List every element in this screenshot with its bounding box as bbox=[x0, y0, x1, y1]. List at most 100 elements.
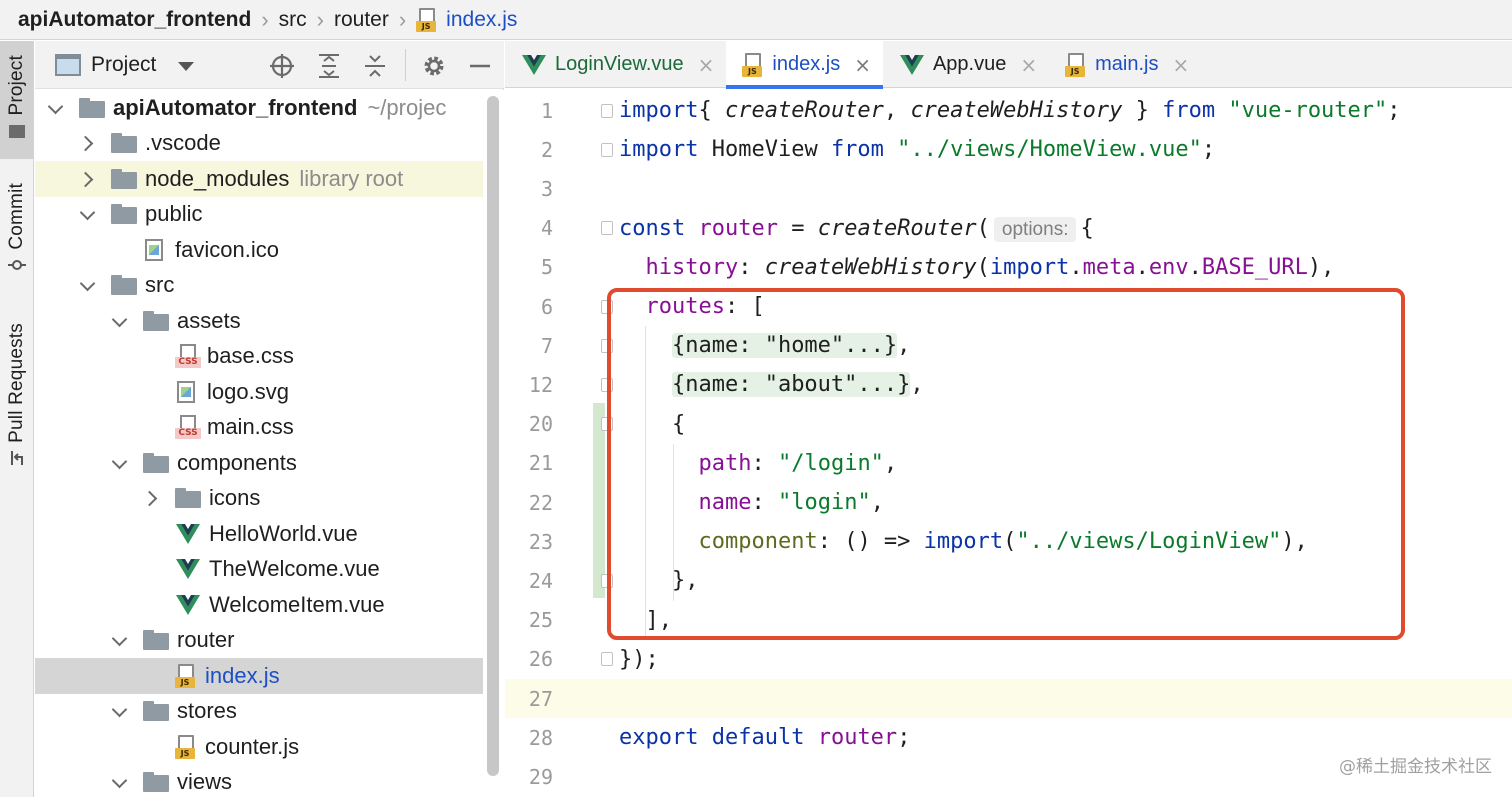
code-text: }); bbox=[619, 647, 659, 672]
tree-item-apiautomator-frontend[interactable]: apiAutomator_frontend ~/projec bbox=[35, 90, 483, 126]
project-tool-tab[interactable]: Project bbox=[0, 41, 33, 159]
breadcrumb-separator-icon: › bbox=[261, 6, 269, 32]
chevron-down-icon[interactable] bbox=[178, 61, 195, 71]
tree-item-index-js[interactable]: JS index.js bbox=[35, 658, 483, 694]
tree-item-main-css[interactable]: CSS main.css bbox=[35, 410, 483, 446]
expand-all-button[interactable] bbox=[315, 52, 343, 80]
breadcrumb-src[interactable]: src bbox=[279, 8, 307, 32]
tab-loginview-vue[interactable]: LoginView.vue × bbox=[505, 41, 726, 88]
tree-item-label: HelloWorld.vue bbox=[209, 520, 358, 546]
line-number: 27 bbox=[528, 686, 553, 711]
tree-item-label: views bbox=[177, 769, 233, 795]
locate-file-button[interactable] bbox=[268, 52, 296, 80]
tree-item-label: apiAutomator_frontend bbox=[113, 94, 358, 120]
tree-item-counter-js[interactable]: JS counter.js bbox=[35, 729, 483, 765]
tree-item-public[interactable]: public bbox=[35, 197, 483, 233]
tree-item-node-modules[interactable]: node_modules library root bbox=[35, 161, 483, 197]
chevron-down-icon[interactable] bbox=[113, 633, 127, 647]
tab-app-vue[interactable]: App.vue × bbox=[883, 41, 1049, 88]
tab-main-js[interactable]: JS main.js × bbox=[1049, 41, 1201, 88]
line-number: 5 bbox=[540, 255, 553, 280]
fold-toggle-icon[interactable] bbox=[601, 221, 613, 236]
hide-panel-button[interactable] bbox=[466, 52, 494, 80]
js-file-icon: JS bbox=[742, 52, 764, 77]
chevron-down-icon[interactable] bbox=[81, 278, 95, 292]
close-icon[interactable]: × bbox=[854, 53, 871, 77]
code-token: = bbox=[777, 215, 818, 241]
chevron-down-icon[interactable] bbox=[81, 207, 95, 221]
header-divider bbox=[405, 49, 406, 81]
scrollbar-thumb[interactable] bbox=[487, 96, 499, 776]
function-token: createWebHistory bbox=[910, 98, 1123, 124]
editor-tab-bar: LoginView.vue × JS index.js × App.vue × JS main.… bbox=[505, 41, 1512, 89]
property-token: history bbox=[645, 254, 739, 280]
breadcrumb-separator-icon: › bbox=[398, 6, 407, 32]
property-token: env bbox=[1148, 254, 1189, 280]
tree-item-views[interactable]: views bbox=[35, 765, 483, 797]
collapse-all-button[interactable] bbox=[361, 52, 389, 80]
breadcrumb-router[interactable]: router bbox=[334, 8, 389, 32]
tab-index-js[interactable]: JS index.js × bbox=[726, 41, 883, 89]
tree-item-hint: library root bbox=[299, 165, 404, 191]
tree-item--vscode[interactable]: .vscode bbox=[35, 126, 483, 162]
breadcrumb-file[interactable]: JS index.js bbox=[416, 7, 517, 32]
tree-item-favicon-ico[interactable]: favicon.ico bbox=[35, 232, 483, 268]
tree-item-welcomeitem-vue[interactable]: WelcomeItem.vue bbox=[35, 587, 483, 623]
vue-file-icon bbox=[175, 558, 201, 580]
css-file-icon: CSS bbox=[175, 344, 201, 369]
chevron-down-icon[interactable] bbox=[49, 101, 63, 115]
vue-file-icon bbox=[175, 523, 201, 545]
chevron-down-icon[interactable] bbox=[113, 314, 127, 328]
line-number: 24 bbox=[528, 568, 553, 593]
project-panel-title[interactable]: Project bbox=[91, 53, 156, 77]
tree-item-router[interactable]: router bbox=[35, 623, 483, 659]
tree-item-thewelcome-vue[interactable]: TheWelcome.vue bbox=[35, 552, 483, 588]
tree-item-helloworld-vue[interactable]: HelloWorld.vue bbox=[35, 516, 483, 552]
tree-item-base-css[interactable]: CSS base.css bbox=[35, 339, 483, 375]
code-line: 2 import HomeView from "../views/HomeView… bbox=[505, 130, 1512, 169]
fold-toggle-icon[interactable] bbox=[601, 652, 613, 667]
vue-file-icon bbox=[521, 54, 547, 76]
tree-item-icons[interactable]: icons bbox=[35, 481, 483, 517]
pull-requests-tool-tab[interactable]: Pull Requests bbox=[0, 323, 33, 481]
project-tree: apiAutomator_frontend ~/projec .vscode node… bbox=[35, 90, 483, 797]
breadcrumb: apiAutomator_frontend › src › router › J… bbox=[0, 0, 1512, 40]
line-number: 2 bbox=[540, 137, 553, 162]
chevron-right-icon[interactable] bbox=[81, 136, 95, 150]
line-number: 20 bbox=[528, 412, 553, 437]
settings-button[interactable] bbox=[420, 52, 448, 80]
chevron-down-icon[interactable] bbox=[113, 456, 127, 470]
tree-item-stores[interactable]: stores bbox=[35, 694, 483, 730]
js-file-icon: JS bbox=[416, 7, 438, 32]
fold-toggle-icon[interactable] bbox=[601, 103, 613, 118]
property-token: meta bbox=[1082, 254, 1136, 280]
breadcrumb-separator-icon: › bbox=[316, 6, 324, 32]
tree-item-assets[interactable]: assets bbox=[35, 303, 483, 339]
commit-tool-tab[interactable]: Commit bbox=[0, 183, 33, 293]
tree-item-label: main.css bbox=[207, 414, 294, 440]
code-line: 1 import{ createRouter, createWebHistory … bbox=[505, 91, 1512, 130]
project-tree-scrollbar[interactable] bbox=[483, 90, 504, 797]
tree-item-src[interactable]: src bbox=[35, 268, 483, 304]
close-icon[interactable]: × bbox=[698, 53, 715, 77]
chevron-down-icon[interactable] bbox=[113, 704, 127, 718]
close-icon[interactable]: × bbox=[1020, 53, 1037, 77]
tree-item-components[interactable]: components bbox=[35, 445, 483, 481]
tree-item-hint: ~/projec bbox=[367, 94, 447, 120]
fold-toggle-icon[interactable] bbox=[601, 142, 613, 157]
breadcrumb-project[interactable]: apiAutomator_frontend bbox=[18, 8, 251, 32]
code-text: export default router; bbox=[619, 725, 910, 750]
line-number: 23 bbox=[528, 529, 553, 554]
chevron-right-icon[interactable] bbox=[81, 172, 95, 186]
chevron-right-icon[interactable] bbox=[145, 491, 159, 505]
chevron-down-icon[interactable] bbox=[113, 775, 127, 789]
close-icon[interactable]: × bbox=[1172, 53, 1189, 77]
parameter-hint[interactable]: options: bbox=[993, 216, 1077, 242]
code-token: ( bbox=[976, 215, 990, 241]
folder-icon bbox=[111, 204, 137, 225]
tree-item-logo-svg[interactable]: logo.svg bbox=[35, 374, 483, 410]
js-file-icon: JS bbox=[175, 734, 197, 759]
project-window-icon bbox=[55, 53, 81, 76]
pull-requests-tool-label: Pull Requests bbox=[5, 323, 27, 443]
